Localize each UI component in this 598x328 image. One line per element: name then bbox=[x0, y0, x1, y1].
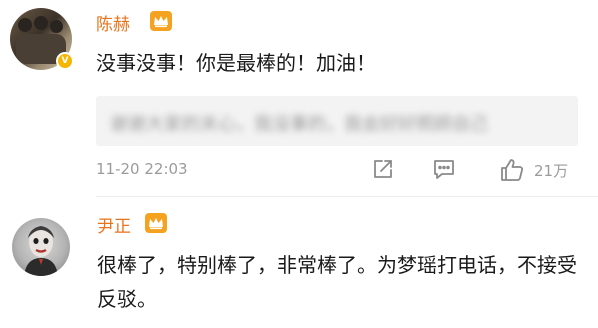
avatar[interactable] bbox=[12, 218, 70, 276]
comment-text: 很棒了，特别棒了，非常棒了。为梦瑶打电话，不接受反驳。 bbox=[97, 253, 577, 311]
comment-text: 没事没事！你是最棒的！加油！ bbox=[96, 51, 376, 75]
comment-button[interactable] bbox=[431, 156, 457, 182]
share-icon bbox=[370, 156, 396, 182]
timestamp: 11-20 22:03 bbox=[96, 160, 188, 178]
quoted-reply[interactable]: 谢谢大家的关心，我没事的，我会好好照顾自己 bbox=[96, 96, 578, 146]
username[interactable]: 尹正 bbox=[97, 212, 131, 237]
thumbs-up-icon bbox=[498, 156, 526, 184]
share-button[interactable] bbox=[370, 156, 396, 182]
like-count: 21万 bbox=[534, 161, 569, 180]
comment-item: V 陈赫 没事没事！你是最棒的！加油！ 谢谢大家的关心，我没事的，我会好好照顾自… bbox=[0, 0, 598, 196]
comment-bubble-icon bbox=[431, 156, 457, 182]
username[interactable]: 陈赫 bbox=[96, 10, 130, 35]
quoted-text-blurred: 谢谢大家的关心，我没事的，我会好好照顾自己 bbox=[110, 114, 488, 135]
verified-v-icon: V bbox=[56, 52, 74, 70]
crown-icon bbox=[145, 213, 167, 233]
crown-icon bbox=[150, 11, 172, 31]
like-button[interactable]: 21万 bbox=[498, 156, 568, 184]
